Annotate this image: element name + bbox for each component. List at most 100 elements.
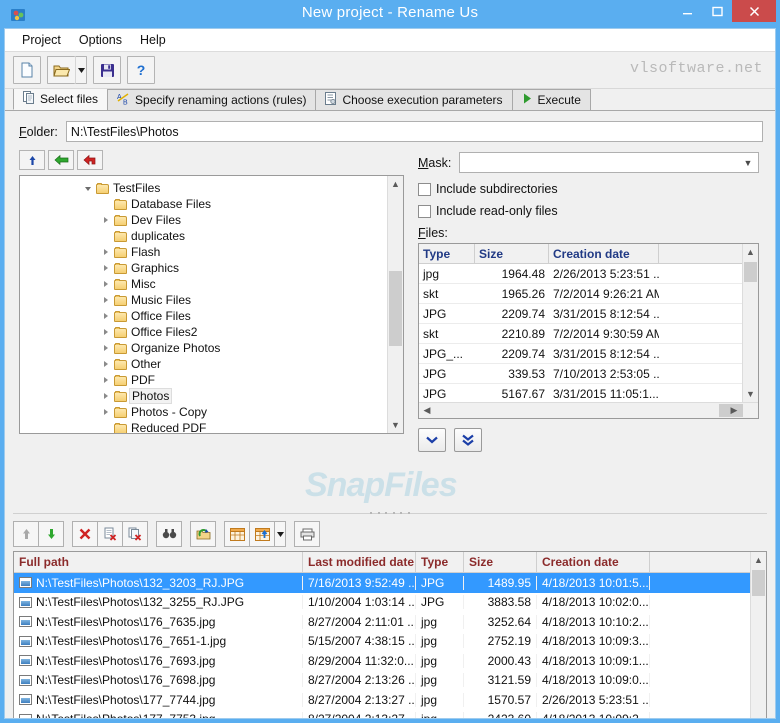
file-list-row[interactable]: N:\TestFiles\Photos\176_7651-1.jpg 5/15/2…	[14, 632, 766, 652]
print-button[interactable]	[294, 521, 320, 547]
file-list-row[interactable]: N:\TestFiles\Photos\176_7698.jpg 8/27/200…	[14, 671, 766, 691]
open-project-button[interactable]	[47, 56, 75, 84]
tree-vertical-scrollbar[interactable]: ▲ ▼	[387, 176, 403, 433]
close-button[interactable]	[732, 0, 776, 22]
file-list-scrollbar[interactable]: ▲ ▼	[750, 552, 766, 718]
new-project-button[interactable]	[13, 56, 41, 84]
add-all-button[interactable]	[454, 428, 482, 452]
pane-splitter[interactable]	[13, 509, 767, 517]
scroll-down-icon[interactable]: ▼	[388, 417, 403, 433]
chevron-right-icon[interactable]	[98, 345, 114, 351]
tab-execution-parameters[interactable]: Choose execution parameters	[315, 89, 513, 110]
column-header-type[interactable]: Type	[419, 244, 475, 263]
column-header-type[interactable]: Type	[416, 552, 464, 572]
files-grid-row[interactable]: skt 2210.89 7/2/2014 9:30:59 AM	[419, 324, 758, 344]
mask-combobox[interactable]: ▼	[459, 152, 759, 173]
export-dropdown[interactable]	[274, 521, 286, 547]
chevron-right-icon[interactable]	[98, 409, 114, 415]
chevron-right-icon[interactable]	[98, 377, 114, 383]
file-list-row[interactable]: N:\TestFiles\Photos\176_7693.jpg 8/29/200…	[14, 651, 766, 671]
menu-item-project[interactable]: Project	[13, 31, 70, 49]
chevron-right-icon[interactable]	[98, 329, 114, 335]
move-down-button[interactable]	[38, 521, 64, 547]
tab-specify-rules[interactable]: A B Specify renaming actions (rules)	[107, 89, 317, 110]
files-grid[interactable]: Type Size Creation date jpg 1964.48 2/26/2…	[418, 243, 759, 419]
files-grid-row[interactable]: skt 1965.26 7/2/2014 9:26:21 AM	[419, 284, 758, 304]
tree-node[interactable]: Office Files	[20, 308, 403, 324]
file-list-row[interactable]: N:\TestFiles\Photos\177_7744.jpg 8/27/200…	[14, 690, 766, 710]
files-grid-row[interactable]: JPG 5167.67 3/31/2015 11:05:1...	[419, 384, 758, 404]
files-grid-row[interactable]: JPG 339.53 7/10/2013 2:53:05 ...	[419, 364, 758, 384]
column-header-size[interactable]: Size	[475, 244, 549, 263]
chevron-right-icon[interactable]	[98, 313, 114, 319]
column-header-full-path[interactable]: Full path	[14, 552, 303, 572]
chevron-down-icon[interactable]	[80, 185, 96, 191]
scroll-down-icon[interactable]: ▼	[743, 386, 758, 402]
tab-select-files[interactable]: Select files	[13, 88, 109, 110]
scroll-up-icon[interactable]: ▲	[751, 552, 766, 568]
folder-tree[interactable]: TestFiles Database Files Dev Files duplicat…	[19, 175, 404, 434]
move-up-button[interactable]	[13, 521, 39, 547]
open-project-dropdown[interactable]	[75, 56, 87, 84]
splitter-grip[interactable]	[370, 511, 410, 515]
include-readonly-checkbox[interactable]	[418, 204, 431, 218]
chevron-right-icon[interactable]	[98, 249, 114, 255]
files-grid-row[interactable]: jpg 1964.48 2/26/2013 5:23:51 ...	[419, 264, 758, 284]
column-header-creation-date[interactable]: Creation date	[537, 552, 650, 572]
remove-all-button[interactable]	[72, 521, 98, 547]
menu-item-options[interactable]: Options	[70, 31, 131, 49]
remove-duplicates-button[interactable]	[122, 521, 148, 547]
chevron-right-icon[interactable]	[98, 393, 114, 399]
tree-node[interactable]: Organize Photos	[20, 340, 403, 356]
tree-node[interactable]: Photos - Copy	[20, 404, 403, 420]
tree-node[interactable]: TestFiles	[20, 180, 403, 196]
tree-node[interactable]: duplicates	[20, 228, 403, 244]
refresh-button[interactable]	[190, 521, 216, 547]
help-button[interactable]: ?	[127, 56, 155, 84]
include-readonly-row[interactable]: Include read-only files	[418, 204, 759, 218]
tree-node[interactable]: Graphics	[20, 260, 403, 276]
menu-item-help[interactable]: Help	[131, 31, 175, 49]
column-header-last-modified[interactable]: Last modified date	[303, 552, 416, 572]
back-button[interactable]	[48, 150, 74, 170]
scroll-up-icon[interactable]: ▲	[388, 176, 403, 192]
chevron-right-icon[interactable]	[98, 281, 114, 287]
save-project-button[interactable]	[93, 56, 121, 84]
tree-node[interactable]: Dev Files	[20, 212, 403, 228]
tree-node[interactable]: Database Files	[20, 196, 403, 212]
export-button[interactable]	[249, 521, 275, 547]
column-header-creation-date[interactable]: Creation date	[549, 244, 659, 263]
file-list-row[interactable]: N:\TestFiles\Photos\176_7635.jpg 8/27/200…	[14, 612, 766, 632]
tree-node[interactable]: Photos	[20, 388, 403, 404]
include-subdirectories-row[interactable]: Include subdirectories	[418, 182, 759, 196]
scroll-up-icon[interactable]: ▲	[743, 244, 758, 260]
file-list-row[interactable]: N:\TestFiles\Photos\177_7753.jpg 8/27/200…	[14, 710, 766, 718]
files-grid-row[interactable]: JPG_... 2209.74 3/31/2015 8:12:54 ...	[419, 344, 758, 364]
tree-node[interactable]: Other	[20, 356, 403, 372]
up-folder-button[interactable]	[19, 150, 45, 170]
chevron-right-icon[interactable]	[98, 217, 114, 223]
include-subdirectories-checkbox[interactable]	[418, 182, 431, 196]
tree-node[interactable]: Reduced PDF	[20, 420, 403, 433]
files-horizontal-scrollbar[interactable]: ◀ ▶	[419, 402, 758, 418]
tab-execute[interactable]: Execute	[511, 89, 591, 110]
folder-input[interactable]	[65, 121, 763, 142]
file-list-scroll-thumb[interactable]	[752, 570, 765, 596]
grid-view-button[interactable]	[224, 521, 250, 547]
tree-node[interactable]: Music Files	[20, 292, 403, 308]
chevron-right-icon[interactable]	[98, 297, 114, 303]
tree-node[interactable]: PDF	[20, 372, 403, 388]
chevron-right-icon[interactable]	[98, 361, 114, 367]
tree-node[interactable]: Office Files2	[20, 324, 403, 340]
file-list-row[interactable]: N:\TestFiles\Photos\132_3255_RJ.JPG 1/10/…	[14, 593, 766, 613]
column-header-size[interactable]: Size	[464, 552, 537, 572]
tree-node[interactable]: Misc	[20, 276, 403, 292]
minimize-button[interactable]	[672, 0, 702, 22]
scroll-right-icon[interactable]: ▶	[726, 403, 742, 418]
selected-files-list[interactable]: Full path Last modified date Type Size C…	[13, 551, 767, 718]
scroll-left-icon[interactable]: ◀	[419, 403, 435, 418]
file-list-row[interactable]: N:\TestFiles\Photos\132_3203_RJ.JPG 7/16/…	[14, 573, 766, 593]
files-grid-row[interactable]: JPG 2209.74 3/31/2015 8:12:54 ...	[419, 304, 758, 324]
maximize-button[interactable]	[702, 0, 732, 22]
chevron-down-icon[interactable]: ▼	[741, 153, 755, 172]
